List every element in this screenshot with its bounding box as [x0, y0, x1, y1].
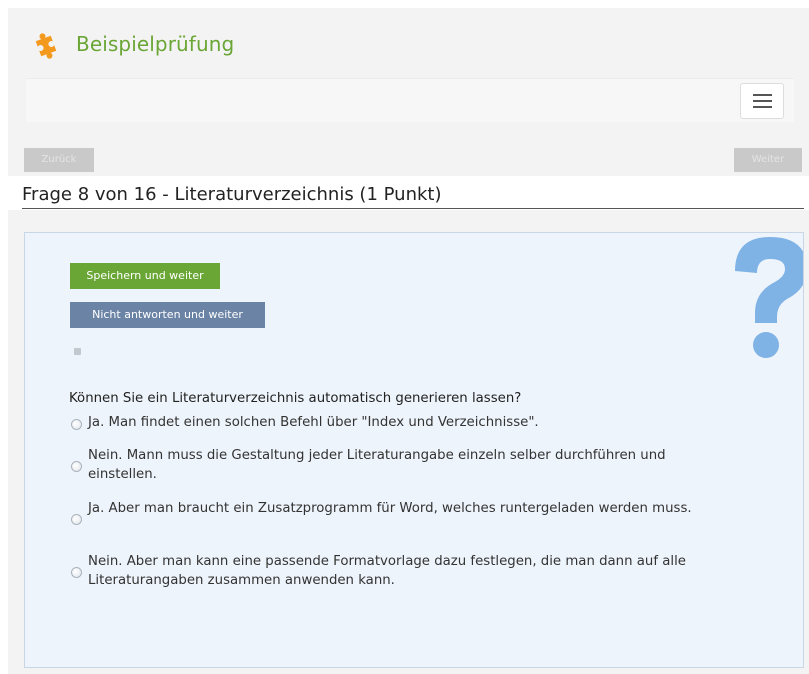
previous-button[interactable]: Zurück — [24, 148, 94, 172]
next-button[interactable]: Weiter — [734, 148, 802, 172]
answer-option-label: Nein. Aber man kann eine passende Format… — [88, 554, 686, 588]
save-and-continue-button[interactable]: Speichern und weiter — [70, 263, 220, 289]
answer-option-label: Ja. Man findet einen solchen Befehl über… — [88, 415, 539, 430]
answer-option-label: Ja. Aber man braucht ein Zusatzprogramm … — [88, 501, 692, 516]
radio-button[interactable] — [71, 419, 82, 430]
radio-button[interactable] — [71, 567, 82, 578]
skip-and-continue-button[interactable]: Nicht antworten und weiter — [70, 302, 265, 328]
question-panel: Speichern und weiter Nicht antworten und… — [24, 232, 804, 668]
flag-icon[interactable] — [74, 348, 81, 355]
answer-option[interactable]: Nein. Aber man kann eine passende Format… — [69, 552, 729, 590]
menu-toggle-button[interactable] — [740, 83, 784, 119]
puzzle-icon — [35, 33, 57, 59]
answer-option-label: Nein. Mann muss die Gestaltung jeder Lit… — [88, 448, 666, 482]
radio-button[interactable] — [71, 514, 82, 525]
question-title: Frage 8 von 16 - Literaturverzeichnis (1… — [22, 184, 442, 205]
answer-option[interactable]: Ja. Aber man braucht ein Zusatzprogramm … — [69, 499, 729, 525]
question-mark-icon — [735, 237, 803, 358]
answer-option[interactable]: Ja. Man findet einen solchen Befehl über… — [69, 413, 729, 432]
radio-button[interactable] — [71, 461, 82, 472]
question-prompt: Können Sie ein Literaturverzeichnis auto… — [69, 391, 522, 406]
app-title: Beispielprüfung — [76, 32, 235, 56]
title-divider — [22, 208, 804, 209]
header: Beispielprüfung — [8, 8, 809, 80]
navbar — [26, 78, 794, 122]
answer-option[interactable]: Nein. Mann muss die Gestaltung jeder Lit… — [69, 446, 729, 484]
